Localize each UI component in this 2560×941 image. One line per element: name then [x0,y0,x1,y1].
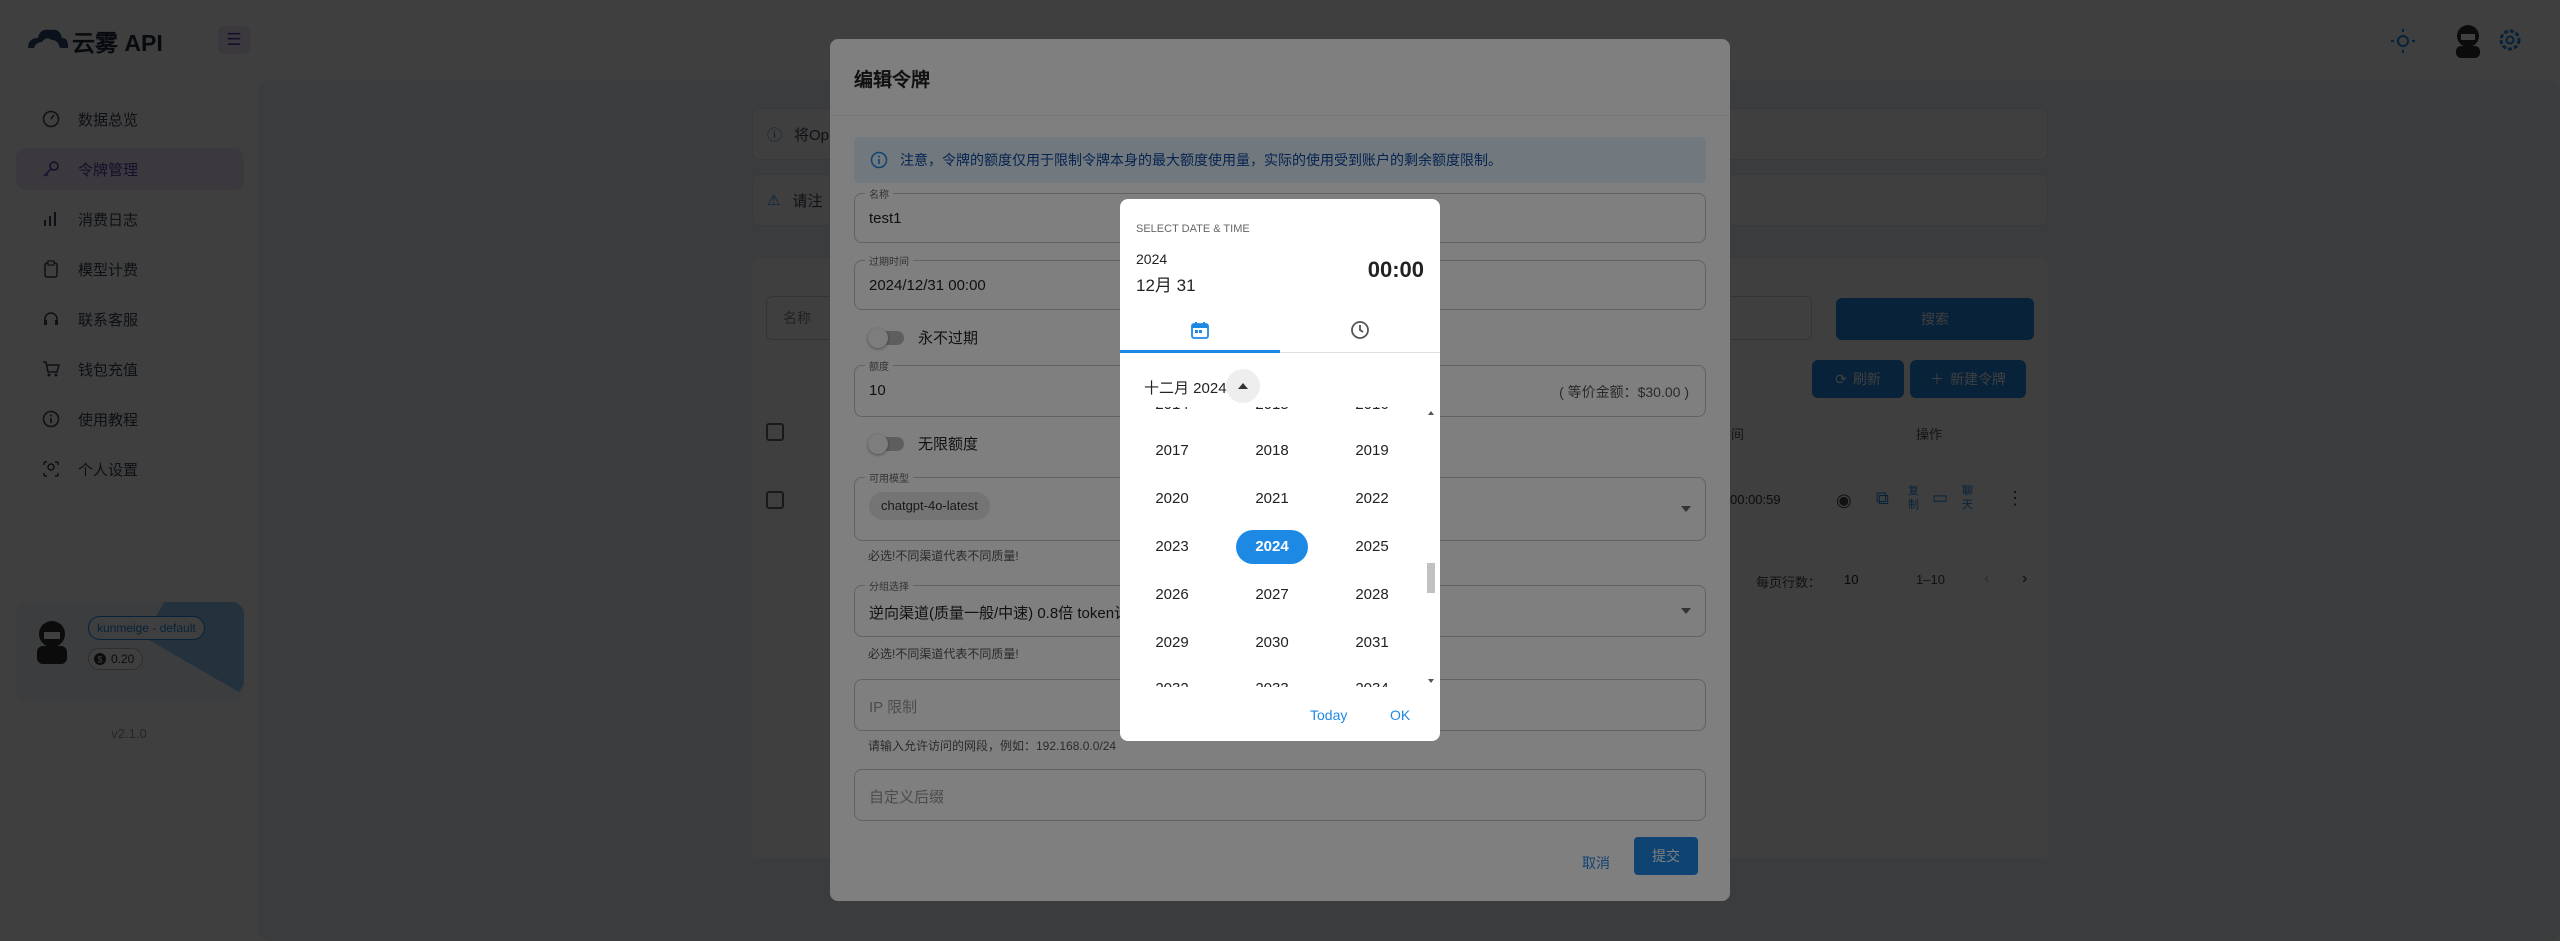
year-option[interactable]: 2022 [1336,482,1408,516]
year-option[interactable]: 2021 [1236,482,1308,516]
picker-time[interactable]: 00:00 [1368,257,1424,283]
clock-icon [1351,321,1369,339]
picker-hour[interactable]: 00 [1368,257,1392,282]
tab-date[interactable] [1120,307,1280,353]
year-option[interactable]: 2026 [1136,578,1208,612]
year-scrollbar[interactable] [1426,407,1436,687]
year-view-toggle[interactable] [1226,369,1260,403]
year-option[interactable]: 2017 [1136,434,1208,468]
picker-heading: SELECT DATE & TIME [1136,223,1250,235]
month-year-label[interactable]: 十二月 2024 [1144,377,1227,398]
picker-tabs [1120,307,1440,353]
picker-date[interactable]: 12月 31 [1136,271,1196,296]
year-option[interactable]: 2029 [1136,626,1208,660]
ok-button[interactable]: OK [1390,707,1410,723]
year-option[interactable]: 2023 [1136,530,1208,564]
year-option[interactable]: 2031 [1336,626,1408,660]
year-option[interactable]: 2027 [1236,578,1308,612]
picker-minute[interactable]: 00 [1400,257,1424,282]
tab-time[interactable] [1280,307,1440,353]
year-option-selected[interactable]: 2024 [1236,530,1308,564]
picker-year[interactable]: 2024 [1136,251,1167,267]
year-option[interactable]: 2018 [1236,434,1308,468]
datetime-picker: SELECT DATE & TIME 2024 12月 31 00:00 十二月… [1120,199,1440,741]
year-option[interactable]: 2020 [1136,482,1208,516]
year-option[interactable]: 2030 [1236,626,1308,660]
chevron-up-icon [1238,383,1248,389]
year-option[interactable]: 2019 [1336,434,1408,468]
scrollbar-thumb[interactable] [1427,563,1435,593]
today-button[interactable]: Today [1310,707,1347,723]
year-grid: 2014 2015 2016 2017 2018 2019 2020 2021 … [1120,407,1420,687]
calendar-icon [1191,322,1209,339]
tab-indicator [1120,350,1280,353]
year-option[interactable]: 2025 [1336,530,1408,564]
year-option[interactable]: 2028 [1336,578,1408,612]
